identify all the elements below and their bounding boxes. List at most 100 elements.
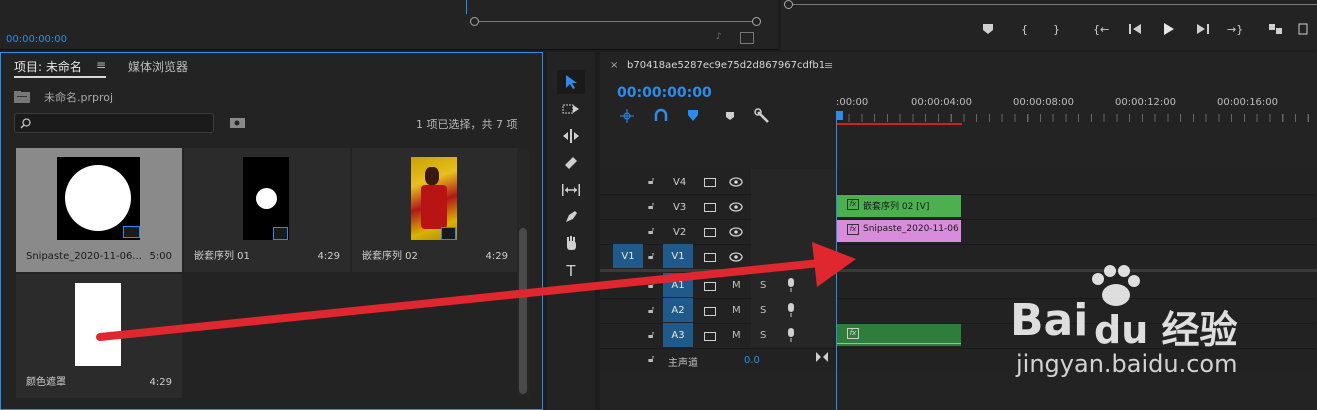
search-input[interactable] [14, 113, 214, 133]
tab-media-browser[interactable]: 媒体浏览器 [128, 58, 188, 75]
baidu-watermark: Bai du 经验 jingyan.baidu.com [990, 265, 1290, 405]
sequence-menu-icon[interactable]: ≡ [824, 59, 833, 72]
linked-selection-icon [688, 110, 698, 121]
track-name-a1[interactable]: A1 [663, 273, 693, 297]
lock-icon[interactable]: 🔓︎ [648, 226, 654, 237]
circle-shape [256, 188, 277, 209]
lock-icon[interactable]: 🔓︎ [648, 251, 654, 262]
lock-icon[interactable]: 🔓︎ [648, 176, 654, 187]
work-area-bar[interactable] [836, 123, 962, 125]
lock-icon[interactable]: 🔓︎ [648, 330, 654, 341]
sequence-badge-icon [273, 227, 288, 240]
eye-icon[interactable] [729, 177, 743, 187]
source-scrub-bar[interactable] [474, 21, 757, 22]
svg-text:{←: {← [1093, 23, 1109, 36]
svg-text:→}: →} [1227, 23, 1243, 36]
clip-snipaste[interactable]: fx Snipaste_2020-11-06 [837, 220, 961, 242]
microphone-icon[interactable] [786, 303, 796, 317]
source-patch-v1[interactable]: V1 [613, 244, 643, 268]
go-to-end-icon[interactable] [816, 352, 828, 362]
project-item-color-matte[interactable]: 颜色遮罩 4:29 [16, 274, 182, 398]
white-matte-thumbnail [75, 283, 121, 366]
project-item-nested-seq-02[interactable]: 嵌套序列 02 4:29 [352, 148, 518, 272]
solo-button[interactable]: S [760, 305, 766, 316]
mute-button[interactable]: M [732, 305, 741, 316]
track-name-v4[interactable]: V4 [673, 177, 686, 188]
lock-icon[interactable]: 🔓︎ [648, 280, 654, 291]
toggle-sync-lock-icon[interactable] [704, 253, 716, 262]
track-name-v3[interactable]: V3 [673, 202, 686, 213]
track-name-a2[interactable]: A2 [663, 298, 693, 322]
close-tab-icon[interactable]: × [610, 60, 618, 71]
fx-badge-icon: fx [847, 328, 859, 339]
add-marker-icon [726, 112, 734, 120]
hand-tool-icon[interactable] [557, 232, 585, 256]
project-file-name: 未命名.prproj [44, 91, 114, 104]
track-name-v2[interactable]: V2 [673, 227, 686, 238]
toggle-sync-lock-icon[interactable] [704, 332, 716, 341]
microphone-icon[interactable] [786, 278, 796, 292]
ruler-label: :00:00 [836, 97, 869, 108]
tab-project[interactable]: 项目: 未命名 [14, 58, 82, 75]
track-name-a3[interactable]: A3 [663, 323, 693, 347]
toggle-sync-lock-icon[interactable] [704, 282, 716, 291]
new-search-bin-icon[interactable] [230, 116, 246, 130]
type-tool-icon[interactable]: T [557, 259, 585, 283]
eye-icon[interactable] [729, 252, 743, 262]
sequence-tab[interactable]: b70418ae5287ec9e75d2d867967cdfb1 [627, 60, 825, 71]
watermark-url: jingyan.baidu.com [1016, 350, 1238, 378]
audio-icon[interactable]: ♪ [716, 32, 730, 44]
toggle-sync-lock-icon[interactable] [704, 307, 716, 316]
ruler-ticks [836, 114, 1317, 122]
out-handle[interactable] [752, 17, 761, 26]
toggle-sync-lock-icon[interactable] [704, 178, 716, 187]
item-duration: 4:29 [317, 251, 340, 262]
master-volume-value[interactable]: 0.0 [744, 355, 760, 366]
razor-tool-icon[interactable] [557, 151, 585, 175]
playhead-handle[interactable] [836, 111, 843, 120]
track-select-tool-icon[interactable] [557, 97, 585, 121]
project-item-nested-seq-01[interactable]: 嵌套序列 01 4:29 [184, 148, 350, 272]
lock-icon[interactable]: 🔓︎ [648, 201, 654, 212]
settings-wrench-icon [754, 108, 769, 123]
lock-icon[interactable]: 🔓︎ [648, 305, 654, 316]
selection-tool-icon[interactable] [557, 70, 585, 94]
playhead-line[interactable] [836, 120, 837, 410]
transport-controls[interactable]: { } {← →} [981, 20, 1317, 38]
timeline-toolbar[interactable] [618, 107, 778, 125]
search-icon [20, 118, 31, 129]
lock-icon[interactable]: 🔓︎ [648, 354, 654, 365]
timeline-timecode[interactable]: 00:00:00:00 [617, 85, 712, 101]
selection-info: 1 项已选择，共 7 项 [416, 118, 518, 131]
track-name-v1[interactable]: V1 [663, 244, 693, 268]
in-handle[interactable] [470, 17, 479, 26]
solo-button[interactable]: S [760, 280, 766, 291]
export-frame-icon[interactable] [740, 32, 754, 44]
tab-underline [14, 76, 106, 78]
sequence-badge-icon [441, 227, 456, 240]
tab-menu-icon[interactable]: ≡ [96, 58, 106, 72]
eye-icon[interactable] [729, 227, 743, 237]
clip-audio-a3[interactable]: fx [837, 324, 961, 346]
mute-button[interactable]: M [732, 330, 741, 341]
ripple-edit-tool-icon[interactable] [557, 124, 585, 148]
project-item-snipaste[interactable]: Snipaste_2020-11-06... 5:00 [16, 148, 182, 272]
figure-dress [421, 185, 447, 229]
solo-button[interactable]: S [760, 330, 766, 341]
eye-icon[interactable] [729, 202, 743, 212]
track-header-bg [751, 169, 836, 347]
toggle-sync-lock-icon[interactable] [704, 228, 716, 237]
snap-icon [654, 108, 668, 121]
toggle-sync-lock-icon[interactable] [704, 203, 716, 212]
volume-line[interactable] [837, 343, 961, 344]
mute-button[interactable]: M [732, 280, 741, 291]
slip-tool-icon[interactable] [557, 178, 585, 202]
program-scrub-bar[interactable] [793, 4, 1317, 5]
project-scrollbar-thumb[interactable] [519, 228, 527, 394]
clip-nested-seq-02[interactable]: fx 嵌套序列 02 [V] [837, 195, 961, 217]
microphone-icon[interactable] [786, 328, 796, 342]
pen-tool-icon[interactable] [557, 205, 585, 229]
source-timecode[interactable]: 00:00:00:00 [6, 34, 67, 45]
figure-hair [425, 167, 439, 185]
program-handle[interactable] [784, 0, 793, 9]
